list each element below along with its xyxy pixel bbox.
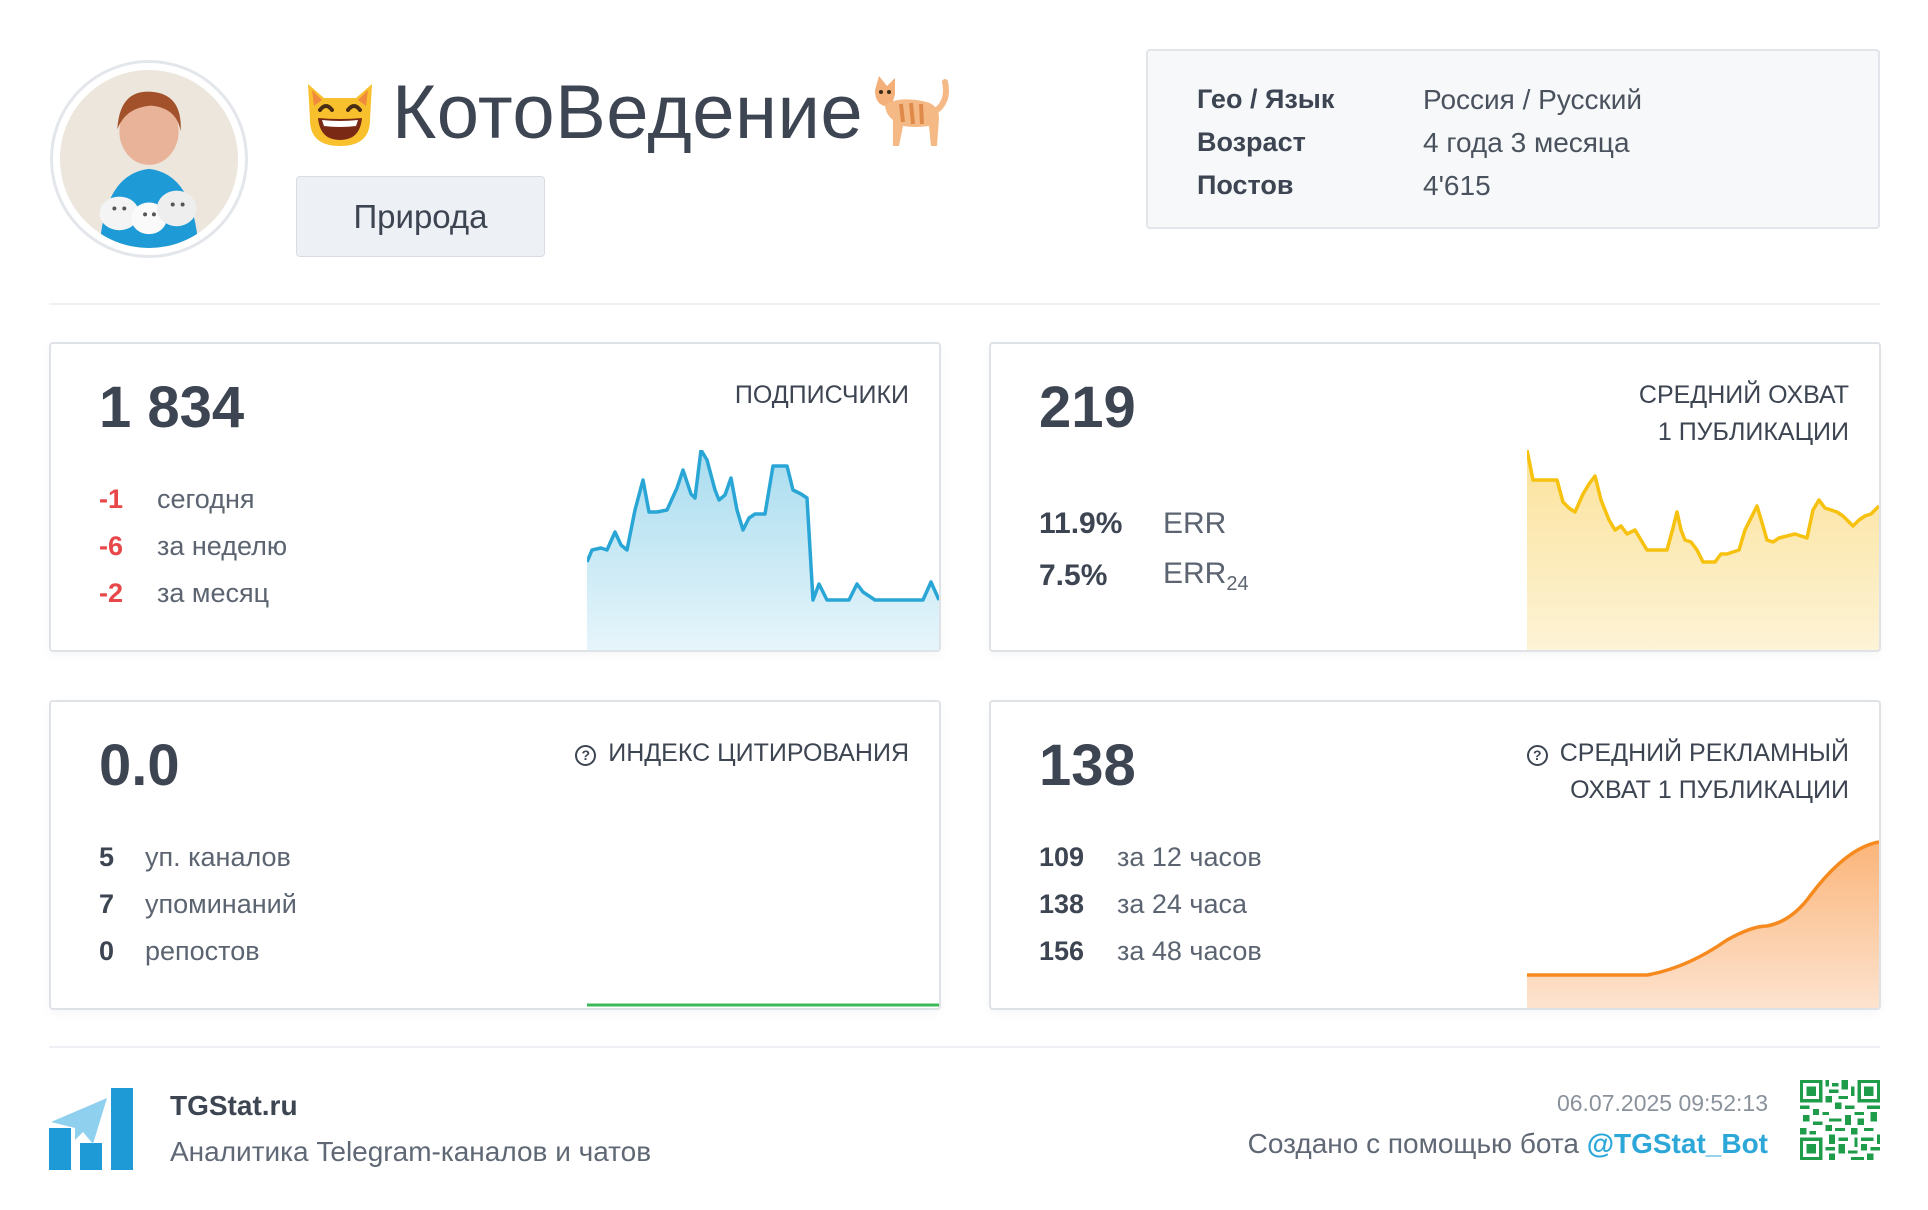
citation-card[interactable]: 0.0 ? ИНДЕКС ЦИТИРОВАНИЯ 5 уп. каналов 7 … [49, 700, 941, 1010]
change-period: за неделю [157, 531, 288, 561]
ad-reach-count: 109 [1039, 842, 1085, 872]
info-row-age: Возраст 4 года 3 месяца [1197, 121, 1878, 164]
qr-code-icon [1800, 1080, 1880, 1160]
cat-icon [875, 76, 950, 146]
channel-info-box: Гео / Язык Россия / Русский Возраст 4 го… [1146, 49, 1880, 229]
ad-reach-period: за 12 часов [1117, 842, 1262, 872]
question-icon[interactable]: ? [1526, 745, 1548, 766]
err24-label: ERR24 [1163, 557, 1249, 596]
err24-label-text: ERR [1163, 556, 1227, 590]
change-value: -2 [99, 578, 124, 608]
divider [49, 1046, 1880, 1048]
ad-reach-row: 156 за 48 часов [1039, 928, 1262, 975]
info-key: Постов [1197, 170, 1294, 200]
brand-name[interactable]: TGStat.ru [170, 1090, 298, 1122]
ad-reach-row: 138 за 24 часа [1039, 881, 1262, 928]
citation-type: уп. каналов [145, 842, 291, 872]
info-key: Возраст [1197, 127, 1306, 157]
err24-row: 7.5% ERR24 [1039, 550, 1249, 602]
bot-link[interactable]: @TGStat_Bot [1587, 1128, 1768, 1159]
change-row: -2 за месяц [99, 570, 287, 617]
ad-reach-rows: 109 за 12 часов 138 за 24 часа 156 за 48… [1039, 834, 1262, 975]
info-row-posts: Постов 4'615 [1197, 164, 1878, 207]
info-value: 4'615 [1423, 169, 1491, 201]
reach-sparkline [1527, 450, 1879, 650]
tgstat-logo-icon [49, 1088, 133, 1170]
ad-reach-sparkline [1527, 840, 1879, 1008]
created-by: Создано с помощью бота @TGStat_Bot [1248, 1128, 1768, 1160]
question-icon[interactable]: ? [575, 745, 597, 766]
citation-count: 5 [99, 842, 115, 872]
ad-reach-count: 156 [1039, 936, 1085, 966]
ad-reach-row: 109 за 12 часов [1039, 834, 1262, 881]
citation-label-wrap: ? ИНДЕКС ЦИТИРОВАНИЯ [575, 735, 909, 772]
subscribers-label: ПОДПИСЧИКИ [734, 381, 909, 409]
citation-rows: 5 уп. каналов 7 упоминаний 0 репостов [99, 834, 297, 975]
ad-reach-count: 138 [1039, 889, 1085, 919]
citation-label: ИНДЕКС ЦИТИРОВАНИЯ [608, 739, 909, 767]
generated-timestamp: 06.07.2025 09:52:13 [1556, 1090, 1768, 1116]
reach-label-line1: СРЕДНИЙ ОХВАТ [1638, 381, 1849, 409]
category-tag[interactable]: Природа [296, 176, 545, 257]
info-value: 4 года 3 месяца [1423, 126, 1630, 158]
citation-row: 5 уп. каналов [99, 834, 297, 881]
err24-subscript: 24 [1226, 572, 1249, 595]
citation-sparkline [587, 1003, 939, 1007]
brand-tagline: Аналитика Telegram-каналов и чатов [170, 1136, 652, 1167]
created-prefix: Создано с помощью бота [1247, 1128, 1587, 1159]
citation-index-value: 0.0 [99, 733, 180, 798]
citation-count: 7 [99, 889, 115, 919]
subscribers-changes: -1 сегодня -6 за неделю -2 за месяц [99, 476, 287, 617]
ad-reach-value: 138 [1039, 733, 1136, 798]
ad-reach-label-line2: ОХВАТ 1 ПУБЛИКАЦИИ [1570, 776, 1849, 804]
cat-face-icon [308, 84, 372, 146]
info-key: Гео / Язык [1197, 84, 1335, 114]
citation-type: репостов [145, 936, 260, 966]
avatar-image [60, 70, 238, 248]
info-value: Россия / Русский [1423, 83, 1643, 115]
citation-row: 0 репостов [99, 928, 297, 975]
ad-reach-label-line1-wrap: ? СРЕДНИЙ РЕКЛАМНЫЙ [1526, 735, 1849, 772]
change-value: -1 [99, 484, 124, 514]
channel-avatar [50, 60, 248, 258]
citation-type: упоминаний [145, 889, 297, 919]
change-row: -1 сегодня [99, 476, 287, 523]
change-period: за месяц [157, 578, 270, 608]
reach-label: СРЕДНИЙ ОХВАТ 1 ПУБЛИКАЦИИ [1639, 377, 1849, 451]
change-period: сегодня [157, 484, 255, 514]
subscribers-sparkline [587, 450, 939, 650]
err-rows: 11.9% ERR 7.5% ERR24 [1039, 498, 1249, 602]
change-value: -6 [99, 531, 124, 561]
channel-title-row: КотоВедение [300, 62, 951, 162]
err-row: 11.9% ERR [1039, 498, 1249, 550]
citation-count: 0 [99, 936, 115, 966]
ad-reach-label-line1: СРЕДНИЙ РЕКЛАМНЫЙ [1559, 739, 1849, 767]
subscribers-card[interactable]: 1 834 ПОДПИСЧИКИ -1 сегодня -6 за неделю… [49, 342, 941, 652]
ad-reach-period: за 24 часа [1117, 889, 1248, 919]
change-row: -6 за неделю [99, 523, 287, 570]
info-row-geo: Гео / Язык Россия / Русский [1197, 78, 1878, 121]
reach-label-line2: 1 ПУБЛИКАЦИИ [1657, 418, 1849, 446]
ad-reach-period: за 48 часов [1117, 936, 1262, 966]
err24-value: 7.5% [1039, 559, 1108, 592]
subscribers-count: 1 834 [99, 375, 245, 440]
reach-value: 219 [1039, 375, 1136, 440]
citation-row: 7 упоминаний [99, 881, 297, 928]
err-value: 11.9% [1039, 507, 1123, 540]
ad-reach-label: ? СРЕДНИЙ РЕКЛАМНЫЙ ОХВАТ 1 ПУБЛИКАЦИИ [1526, 735, 1849, 809]
divider [49, 303, 1880, 305]
channel-title: КотоВедение [392, 69, 864, 155]
err-label: ERR [1163, 507, 1227, 540]
reach-card[interactable]: 219 СРЕДНИЙ ОХВАТ 1 ПУБЛИКАЦИИ 11.9% ERR… [989, 342, 1881, 652]
ad-reach-card[interactable]: 138 ? СРЕДНИЙ РЕКЛАМНЫЙ ОХВАТ 1 ПУБЛИКАЦИ… [989, 700, 1881, 1010]
